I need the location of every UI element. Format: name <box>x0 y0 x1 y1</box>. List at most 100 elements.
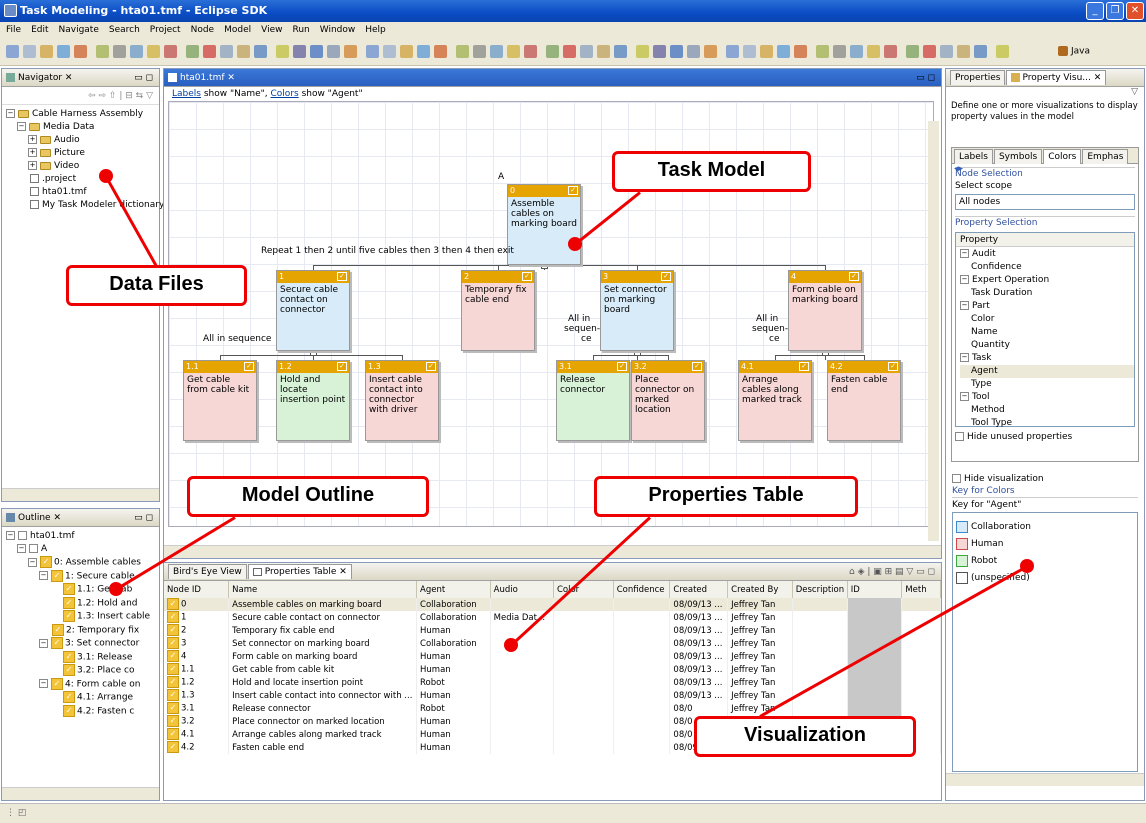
navigator-tab[interactable]: Navigator <box>18 73 62 83</box>
toolbar-icon[interactable] <box>130 45 143 58</box>
menu-item-edit[interactable]: Edit <box>31 25 48 35</box>
toolbar-icon[interactable] <box>816 45 829 58</box>
menu-item-file[interactable]: File <box>6 25 21 35</box>
close-button[interactable]: ✕ <box>1126 2 1144 20</box>
toolbar-icon[interactable] <box>670 45 683 58</box>
outline-item[interactable]: − ✓ 3: Set connector <box>6 637 159 651</box>
expand-icon[interactable]: − <box>39 679 48 688</box>
column-header[interactable]: ID <box>847 581 903 598</box>
navigator-item[interactable]: − Cable Harness Assembly <box>6 108 159 121</box>
expand-icon[interactable]: − <box>28 557 37 567</box>
expand-icon[interactable]: − <box>39 571 48 580</box>
task-node[interactable]: 1.3 ✓ Insert cable contact into connector … <box>365 360 439 441</box>
dropdown-icon[interactable]: ▽ <box>146 91 153 101</box>
close-icon[interactable]: ✕ <box>339 567 347 577</box>
subtab-emphas[interactable]: Emphas <box>1082 149 1129 164</box>
toolbar-icon[interactable] <box>327 45 340 58</box>
toolbar-icon[interactable] <box>147 45 160 58</box>
editor-vscroll[interactable] <box>928 121 939 541</box>
toolbar-icon[interactable] <box>687 45 700 58</box>
expand-icon[interactable]: − <box>960 301 969 310</box>
toolbar-icon[interactable] <box>276 45 289 58</box>
outline-item[interactable]: ✓ 1.2: Hold and <box>6 596 159 611</box>
properties-tab[interactable]: Properties <box>950 70 1006 85</box>
subtab-colors[interactable]: Colors <box>1043 149 1082 164</box>
toolbar-icon[interactable] <box>186 45 199 58</box>
toolbar-icon[interactable] <box>850 45 863 58</box>
toolbar-icon[interactable] <box>546 45 559 58</box>
minimize-button[interactable]: _ <box>1086 2 1104 20</box>
toolbar-icon[interactable] <box>563 45 576 58</box>
toolbar-icon[interactable] <box>974 45 987 58</box>
hide-visualization-checkbox[interactable] <box>952 474 961 483</box>
expand-icon[interactable]: − <box>960 392 969 401</box>
expand-icon[interactable]: + <box>28 148 37 157</box>
column-header[interactable]: Created By <box>727 581 793 598</box>
expand-icon[interactable]: − <box>39 638 48 648</box>
toolbar-icon[interactable] <box>383 45 396 58</box>
table-row[interactable]: ✓ 3 Set connector on marking board Collabor… <box>164 637 941 650</box>
view-menu-icon[interactable]: ▭ ◻ <box>134 69 153 87</box>
toolbar-icon[interactable] <box>96 45 109 58</box>
link-icon[interactable]: ⇆ <box>136 91 144 101</box>
subtab-symbols[interactable]: Symbols <box>993 149 1043 164</box>
menu-item-model[interactable]: Model <box>224 25 251 35</box>
toolbar-icon[interactable] <box>524 45 537 58</box>
task-node[interactable]: 3 ✓ Set connector on marking board <box>600 270 674 351</box>
toolbar-icon[interactable] <box>74 45 87 58</box>
toolbar-icon[interactable] <box>867 45 880 58</box>
navigator-hscroll[interactable] <box>2 488 159 501</box>
toolbar-icon[interactable] <box>220 45 233 58</box>
property-item[interactable]: − Expert Operation <box>960 274 1134 287</box>
expand-icon[interactable]: − <box>960 353 969 362</box>
toolbar-icon[interactable] <box>726 45 739 58</box>
close-icon[interactable]: ✕ <box>65 73 73 83</box>
outline-item[interactable]: − ✓ 4: Form cable on <box>6 677 159 692</box>
expand-icon[interactable]: − <box>6 109 15 118</box>
toolbar-icon[interactable] <box>23 45 36 58</box>
toolbar-icon[interactable] <box>57 45 70 58</box>
table-row[interactable]: ✓ 2 Temporary fix cable end Human 08/09/13 .… <box>164 624 941 637</box>
toolbar-icon[interactable] <box>580 45 593 58</box>
editor-tab[interactable]: hta01.tmf <box>180 73 225 83</box>
navigator-item[interactable]: + Video <box>6 160 159 173</box>
table-row[interactable]: ✓ 1 Secure cable contact on connector Colla… <box>164 611 941 624</box>
view-menu-icon[interactable]: ▭ ◻ <box>134 509 153 527</box>
property-item[interactable]: − Task <box>960 352 1134 365</box>
toolbar-icon[interactable] <box>760 45 773 58</box>
menu-item-navigate[interactable]: Navigate <box>59 25 99 35</box>
column-header[interactable]: Created <box>669 581 729 598</box>
column-header[interactable]: Node ID <box>164 581 230 598</box>
table-row[interactable]: ✓ 3.1 Release connector Robot 08/0 Jeffrey Ta… <box>164 702 941 715</box>
toolbar-icon[interactable] <box>743 45 756 58</box>
toolbar-icon[interactable] <box>507 45 520 58</box>
outline-item[interactable]: ✓ 4.2: Fasten c <box>6 704 159 719</box>
column-header[interactable]: Confidence <box>613 581 671 598</box>
up-icon[interactable]: ⇧ <box>109 91 117 101</box>
toolbar-icon[interactable] <box>490 45 503 58</box>
property-item[interactable]: − Audit <box>960 248 1134 261</box>
column-header[interactable]: Name <box>228 581 418 598</box>
toolbar-icon[interactable] <box>164 45 177 58</box>
property-item[interactable]: Confidence <box>960 261 1134 274</box>
toolbar-icon[interactable] <box>653 45 666 58</box>
close-icon[interactable]: ✕ <box>53 513 61 523</box>
task-node[interactable]: 2 ✓ Temporary fix cable end <box>461 270 535 351</box>
toolbar-icon[interactable] <box>6 45 19 58</box>
outline-item[interactable]: ✓ 1.1: Get cab <box>6 583 159 597</box>
task-node[interactable]: 3.2 ✓ Place connector on marked location <box>631 360 705 441</box>
toolbar-icon[interactable] <box>344 45 357 58</box>
navigator-item[interactable]: + Picture <box>6 147 159 160</box>
navigator-item[interactable]: My Task Modeler dictionary <box>6 199 164 212</box>
property-item[interactable]: Type <box>960 378 1134 391</box>
menu-item-view[interactable]: View <box>261 25 282 35</box>
property-item[interactable]: Name <box>960 326 1134 339</box>
task-node[interactable]: 1.1 ✓ Get cable from cable kit <box>183 360 257 441</box>
navigator-item[interactable]: hta01.tmf <box>6 186 159 199</box>
toolbar-icon[interactable] <box>293 45 306 58</box>
toolbar-icon[interactable] <box>794 45 807 58</box>
expand-icon[interactable]: − <box>960 275 969 284</box>
toolbar-icon[interactable] <box>923 45 936 58</box>
navigator-item[interactable]: + Audio <box>6 134 159 147</box>
toolbar-icon[interactable] <box>636 45 649 58</box>
